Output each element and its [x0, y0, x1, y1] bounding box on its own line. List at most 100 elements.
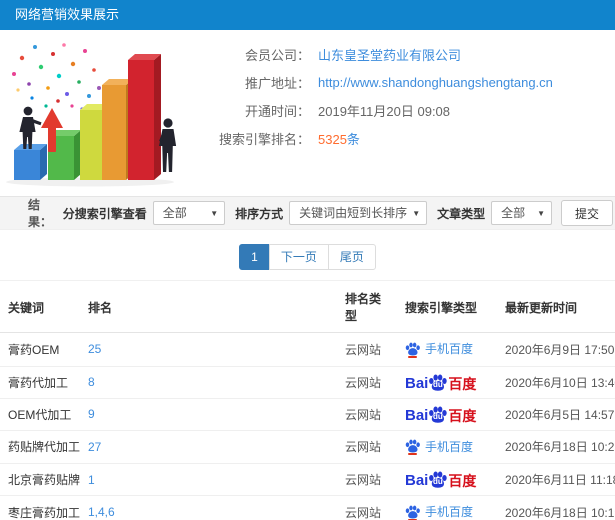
baidu-du-text: du [432, 477, 443, 486]
mobile-baidu-logo: 手机百度 [405, 340, 474, 358]
engine-view-select[interactable]: 全部 ▼ [152, 201, 226, 225]
baidu-logo: Bai du 百度 [405, 406, 476, 423]
chevron-down-icon: ▼ [537, 209, 545, 218]
update-time-cell: 2020年6月5日 14:57 [497, 398, 615, 431]
results-table-body: 膏药OEM 25 云网站 手机百度 Bai [0, 332, 615, 520]
update-time-cell: 2020年6月11日 11:18 [497, 463, 615, 496]
baidu-bai-text: Bai [405, 406, 429, 424]
open-time-value: 2019年11月20日 09:08 [318, 103, 451, 119]
col-keyword: 关键词 [0, 280, 80, 333]
member-company-label: 会员公司： [244, 47, 310, 63]
baidu-cn-text: 百度 [448, 473, 477, 489]
member-company-link[interactable]: 山东皇圣堂药业有限公司 [318, 45, 461, 64]
chevron-down-icon: ▼ [412, 209, 421, 218]
page-header: 网络营销效果展示 [0, 0, 615, 30]
rank-link[interactable]: 1 [80, 463, 337, 496]
table-header-row: 关键词 排名 排名类型 搜索引擎类型 最新更新时间 [0, 280, 615, 333]
promo-url-label: 推广地址： [244, 75, 310, 91]
rank-count: 5325 [318, 131, 347, 147]
promo-url-link[interactable]: http://www.shandonghuangshengtang.cn [318, 75, 553, 90]
baidu-paw-icon: du [428, 374, 448, 391]
open-time-row: 开通时间： 2019年11月20日 09:08 [192, 96, 615, 124]
mobile-baidu-label: 手机百度 [425, 439, 474, 454]
keyword-cell: OEM代加工 [0, 398, 80, 431]
company-info: 会员公司： 山东皇圣堂药业有限公司 推广地址： http://www.shand… [192, 30, 615, 152]
sort-select[interactable]: 关键词由短到长排序 ▼ [289, 201, 428, 225]
table-row: 膏药代加工 8 云网站 手机百度 Bai [0, 366, 615, 399]
engine-cell: 手机百度 Bai du 百度 [397, 366, 497, 399]
rank-type-cell: 云网站 [337, 366, 397, 399]
engine-rank-row: 搜索引擎排名： 5325条 [192, 124, 615, 152]
baidu-du-text: du [432, 411, 443, 421]
businessman-right [159, 118, 177, 172]
mobile-baidu-label: 手机百度 [425, 505, 474, 519]
keyword-cell: 膏药代加工 [0, 366, 80, 399]
rank-type-cell: 云网站 [337, 430, 397, 464]
update-time-cell: 2020年6月10日 13:40 [497, 366, 615, 399]
mobile-baidu-label: 手机百度 [425, 342, 474, 356]
rank-link[interactable]: 25 [80, 332, 337, 367]
engine-cell: 手机百度 Bai du 百度 [397, 430, 497, 464]
bar-red [128, 54, 161, 180]
engine-cell: 手机百度 Bai du 百度 [397, 398, 497, 431]
keyword-cell: 膏药OEM [0, 332, 80, 367]
page-title: 网络营销效果展示 [15, 7, 120, 22]
open-time-label: 开通时间： [244, 103, 310, 119]
engine-cell: 手机百度 Bai du 百度 [397, 332, 497, 367]
bar-blue [14, 144, 47, 180]
baidu-du-text: du [432, 379, 443, 389]
article-type-label: 文章类型 [437, 206, 486, 221]
baidu-paw-icon [405, 505, 420, 520]
col-update-time: 最新更新时间 [497, 280, 615, 333]
chevron-down-icon: ▼ [210, 209, 219, 218]
baidu-cn-text: 百度 [448, 375, 477, 392]
member-company-row: 会员公司： 山东皇圣堂药业有限公司 [192, 40, 615, 68]
update-time-cell: 2020年6月18日 10:19 [497, 495, 615, 520]
mobile-baidu-logo: 手机百度 [405, 503, 473, 520]
engine-rank-value: 5325条 [318, 129, 360, 148]
engine-cell: 手机百度 Bai du 百度 [397, 495, 497, 520]
table-row: 北京膏药贴牌 1 云网站 手机百度 Bai [0, 463, 615, 496]
rank-link[interactable]: 27 [80, 430, 337, 464]
confetti-dots [12, 43, 112, 111]
page-current[interactable]: 1 [239, 244, 270, 270]
baidu-cn-text: 百度 [448, 407, 477, 424]
engine-view-label: 分搜索引擎查看 [62, 206, 147, 221]
results-table: 关键词 排名 排名类型 搜索引擎类型 最新更新时间 膏药OEM 25 云网站 手… [0, 280, 615, 520]
promo-url-row: 推广地址： http://www.shandonghuangshengtang.… [192, 68, 615, 96]
table-row: 膏药OEM 25 云网站 手机百度 Bai [0, 332, 615, 367]
engine-rank-label: 搜索引擎排名： [218, 131, 310, 147]
rank-type-cell: 云网站 [337, 495, 397, 520]
engine-cell: 手机百度 Bai du 百度 [397, 463, 497, 496]
article-type-select[interactable]: 全部 ▼ [491, 201, 552, 225]
sort-label: 排序方式 [235, 206, 284, 221]
page-next[interactable]: 下一页 [268, 244, 329, 270]
rank-link[interactable]: 1,4,6 [80, 495, 337, 520]
table-row: 枣庄膏药加工 1,4,6 云网站 手机百度 Bai [0, 495, 615, 520]
info-section: 会员公司： 山东皇圣堂药业有限公司 推广地址： http://www.shand… [0, 30, 615, 196]
result-label: 结果： [28, 198, 53, 229]
submit-button[interactable]: 提交 [560, 200, 613, 226]
pagination: 1 下一页 尾页 [0, 230, 615, 280]
baidu-logo: Bai du 百度 [405, 374, 476, 391]
table-row: 药贴牌代加工 27 云网站 手机百度 Bai [0, 430, 615, 464]
update-time-cell: 2020年6月18日 10:25 [497, 430, 615, 464]
baidu-bai-text: Bai [405, 374, 429, 392]
baidu-paw-icon: du [428, 406, 448, 423]
rank-type-cell: 云网站 [337, 463, 397, 496]
col-engine-type: 搜索引擎类型 [397, 280, 497, 333]
table-row: OEM代加工 9 云网站 手机百度 Bai [0, 398, 615, 431]
rank-count-suffix: 条 [346, 131, 360, 147]
rank-link[interactable]: 9 [80, 398, 337, 431]
rank-type-cell: 云网站 [337, 332, 397, 367]
col-rank-type: 排名类型 [337, 280, 397, 333]
page-last[interactable]: 尾页 [327, 244, 376, 270]
businessman-left [19, 106, 42, 149]
mobile-baidu-logo: 手机百度 [405, 438, 473, 455]
rank-link[interactable]: 8 [80, 366, 337, 399]
baidu-bai-text: Bai [405, 472, 429, 489]
col-rank: 排名 [80, 280, 337, 333]
keyword-cell: 北京膏药贴牌 [0, 463, 80, 496]
baidu-paw-icon [405, 342, 420, 358]
baidu-logo: Bai du 百度 [405, 471, 476, 488]
